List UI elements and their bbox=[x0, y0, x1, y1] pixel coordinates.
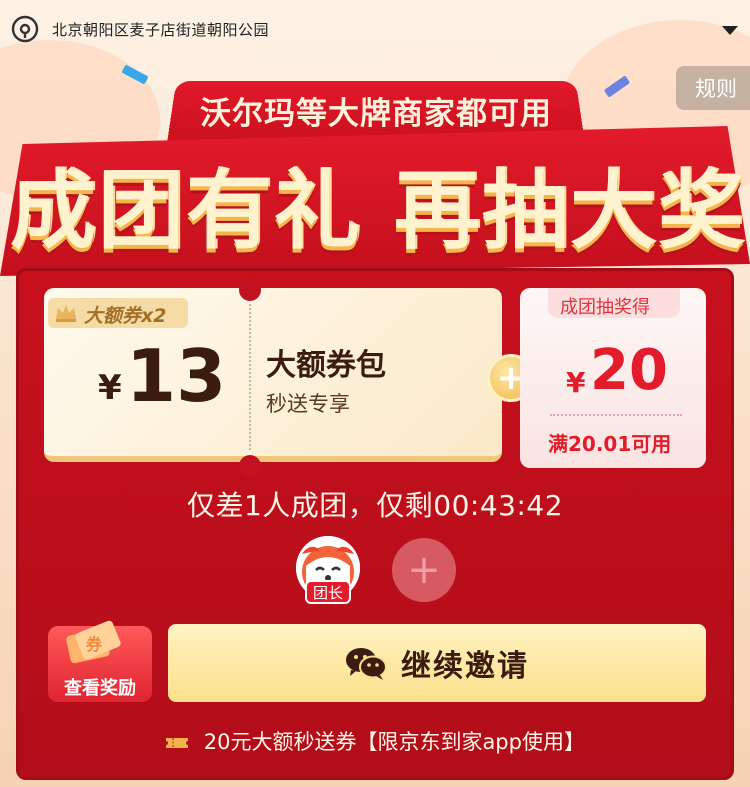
ticket-notch bbox=[239, 455, 261, 477]
reward-coupon-icon: 券 bbox=[62, 620, 122, 664]
rules-button[interactable]: 规则 bbox=[676, 66, 750, 110]
coupon-pack-subtitle: 秒送专享 bbox=[266, 388, 350, 418]
ticket-notch bbox=[239, 279, 261, 301]
countdown-text: 仅差1人成团，仅剩00:43:42 bbox=[16, 484, 734, 524]
subtitle-text: 沃尔玛等大牌商家都可用 bbox=[166, 88, 586, 133]
crown-icon bbox=[54, 302, 78, 324]
svg-text:券: 券 bbox=[85, 635, 103, 654]
wechat-icon bbox=[345, 646, 387, 680]
headline-text: 成团有礼 再抽大奖 bbox=[10, 140, 740, 265]
ticket-divider bbox=[249, 304, 251, 450]
leader-tag: 团长 bbox=[305, 580, 351, 604]
address-text[interactable]: 北京朝阳区麦子店街道朝阳公园 bbox=[52, 19, 269, 40]
prize-divider bbox=[550, 414, 682, 416]
currency-symbol: ¥ bbox=[98, 368, 122, 408]
footer-note: 20元大额秒送券【限京东到家app使用】 bbox=[16, 726, 734, 756]
prize-amount: 20 bbox=[590, 338, 668, 403]
footer-text: 20元大额秒送券【限京东到家app使用】 bbox=[204, 730, 585, 754]
coupon-pack-title: 大额券包 bbox=[266, 340, 386, 384]
page: 北京朝阳区麦子店街道朝阳公园 规则 沃尔玛等大牌商家都可用 成团有礼 再抽大奖 … bbox=[0, 0, 750, 787]
location-bar[interactable]: 北京朝阳区麦子店街道朝阳公园 bbox=[0, 0, 750, 58]
continue-invite-label[interactable]: 继续邀请 bbox=[401, 641, 529, 685]
view-rewards-label[interactable]: 查看奖励 bbox=[48, 674, 152, 700]
prize-condition: 满20.01可用 bbox=[548, 428, 671, 457]
continue-invite-button[interactable]: 继续邀请 bbox=[168, 624, 706, 702]
coupon-pack-amount: 13 bbox=[126, 334, 226, 418]
prize-label: 成团抽奖得 bbox=[560, 293, 650, 319]
ticket-icon bbox=[165, 736, 189, 750]
location-pin-icon bbox=[10, 14, 40, 44]
caret-down-icon[interactable] bbox=[722, 26, 738, 35]
empty-member-slot[interactable]: + bbox=[392, 538, 456, 602]
coupon-badge-text: 大额券x2 bbox=[84, 301, 166, 328]
prize-currency-symbol: ¥ bbox=[566, 366, 585, 399]
